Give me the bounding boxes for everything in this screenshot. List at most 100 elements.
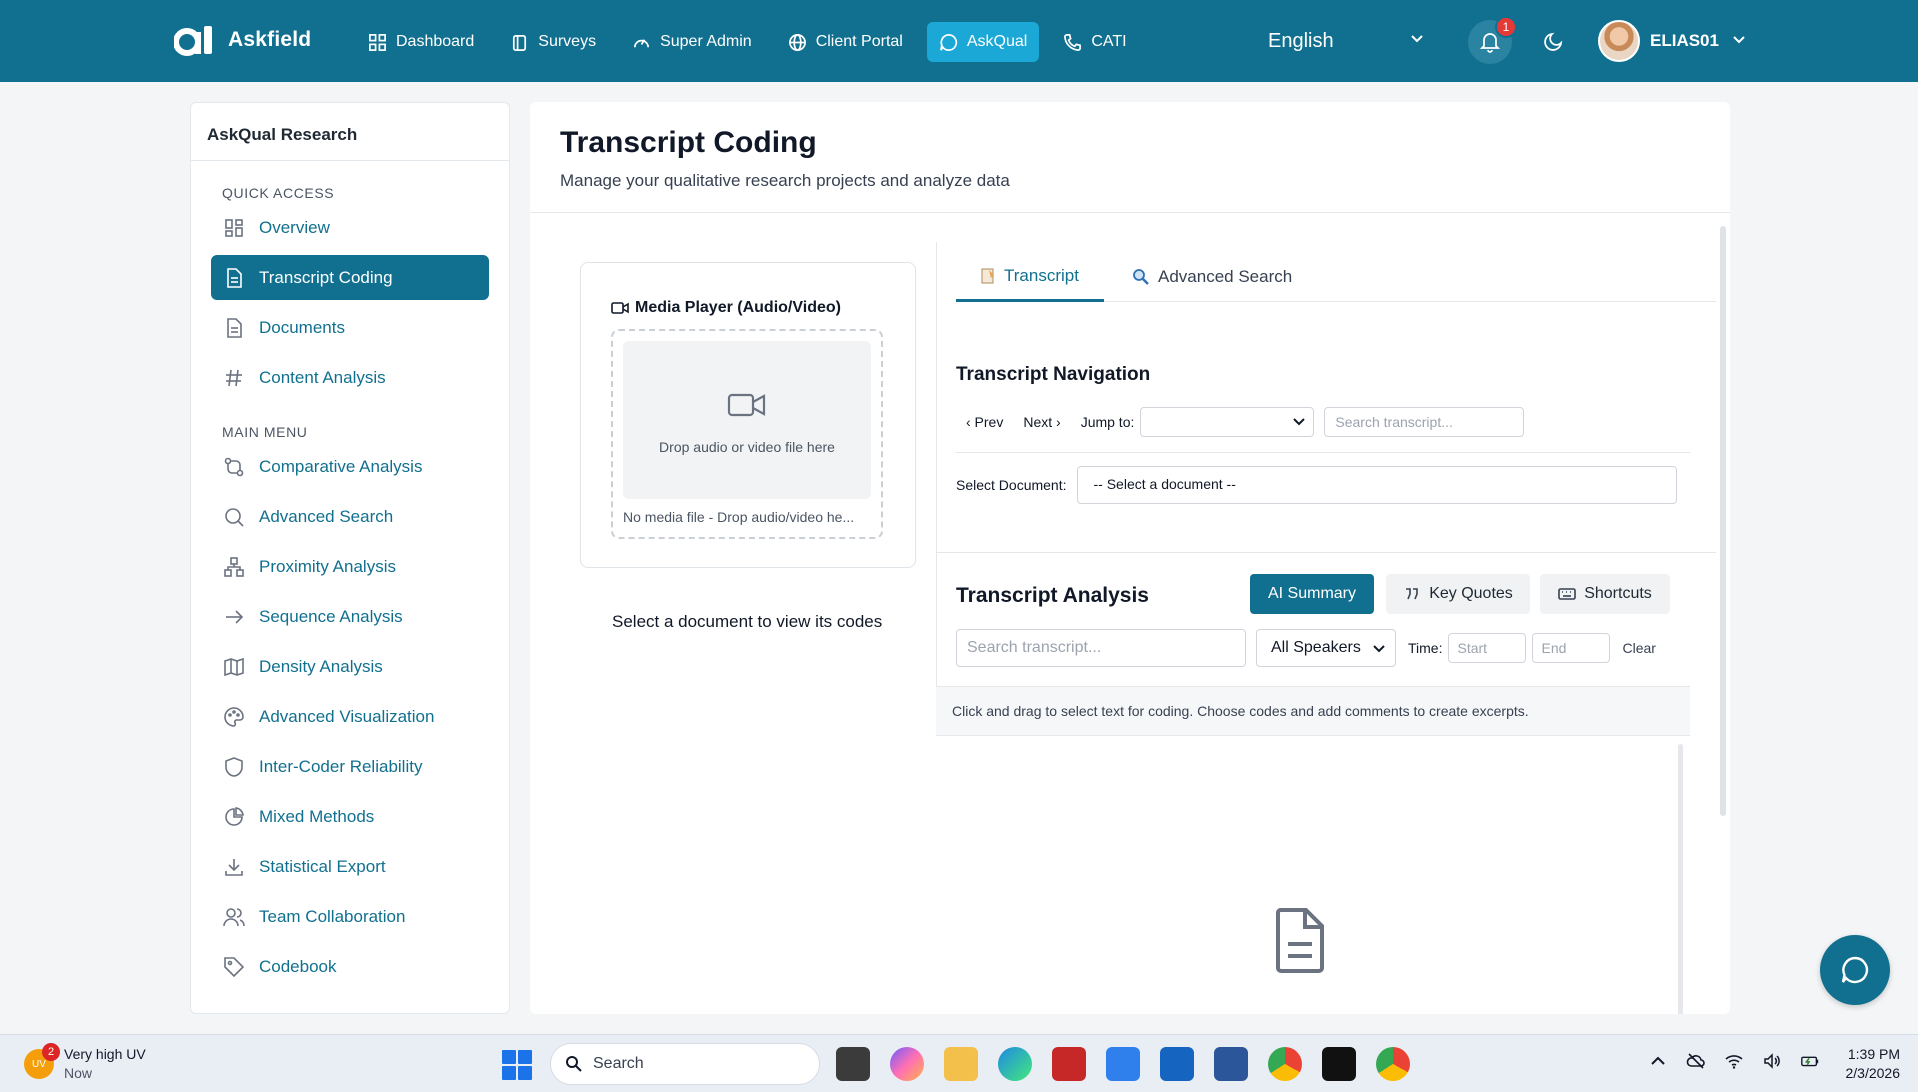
weather-subtitle: Now [64,1065,93,1081]
cloud-off-icon[interactable] [1686,1051,1706,1071]
tab-advanced-search[interactable]: Advanced Search [1108,252,1316,302]
sidebar-item-proximity-analysis[interactable]: Proximity Analysis [211,544,489,589]
store-icon[interactable] [1106,1047,1140,1081]
transcript-content-area[interactable] [936,736,1690,1014]
file-explorer-icon[interactable] [944,1047,978,1081]
terminal-app-icon[interactable] [1322,1047,1356,1081]
dark-mode-toggle-icon[interactable] [1543,30,1565,52]
shield-icon [225,756,243,777]
nav-askqual[interactable]: AskQual [926,22,1040,62]
chat-bubble-icon [1841,956,1869,984]
shortcuts-button[interactable]: Shortcuts [1540,574,1670,614]
outlook-icon[interactable] [1160,1047,1194,1081]
user-avatar[interactable] [1598,20,1640,62]
key-quotes-button[interactable]: Key Quotes [1386,574,1530,614]
select-document-label: Select Document: [956,477,1067,493]
section-label-main-menu: MAIN MENU [222,424,308,440]
next-button[interactable]: Next › [1013,414,1070,430]
sidebar-item-comparative-analysis[interactable]: Comparative Analysis [211,444,489,489]
section-label-quick-access: QUICK ACCESS [222,185,335,201]
weather-widget[interactable]: UV 2 Very high UV Now [24,1043,146,1083]
clear-button[interactable]: Clear [1622,640,1655,656]
transcript-scrollbar[interactable] [1678,744,1683,1014]
quote-icon [1406,588,1418,600]
prev-button[interactable]: ‹ Prev [956,414,1013,430]
no-media-text: No media file - Drop audio/video he... [623,509,855,525]
sidebar-item-transcript-coding[interactable]: Transcript Coding [211,255,489,300]
sidebar: AskQual Research QUICK ACCESS Overview T… [190,102,510,1014]
chevron-down-icon[interactable] [1410,34,1424,44]
sidebar-item-inter-coder-reliability[interactable]: Inter-Coder Reliability [211,744,489,789]
copilot-icon[interactable] [890,1047,924,1081]
page-subtitle: Manage your qualitative research project… [560,171,1010,190]
askfield-logo-icon [174,26,212,56]
nav-surveys[interactable]: Surveys [498,22,608,62]
media-player-title: Media Player (Audio/Video) [611,299,841,317]
file-text-icon [227,267,242,288]
nav-client-portal[interactable]: Client Portal [776,22,915,62]
chat-support-button[interactable] [1820,935,1890,1005]
navigation-search-input[interactable]: Search transcript... [1324,407,1525,437]
chrome-icon[interactable] [1268,1047,1302,1081]
system-tray [1648,1051,1820,1071]
task-view-icon[interactable] [836,1047,870,1081]
media-dropzone[interactable]: Drop audio or video file here No media f… [611,329,883,539]
nav-super-admin[interactable]: Super Admin [620,22,764,62]
word-icon[interactable] [1214,1047,1248,1081]
username[interactable]: ELIAS01 [1650,31,1719,51]
select-document-dropdown[interactable]: -- Select a document -- [1076,466,1677,504]
transcript-tabs: Transcript Advanced Search [956,252,1716,302]
notification-badge: 1 [1495,16,1517,38]
dropzone-text: Drop audio or video file here [659,439,835,455]
nav-cati[interactable]: CATI [1051,22,1138,62]
sidebar-item-overview[interactable]: Overview [211,205,489,250]
dropzone-area[interactable]: Drop audio or video file here [623,341,871,499]
gauge-icon [634,38,650,47]
ai-summary-button[interactable]: AI Summary [1250,574,1374,614]
sidebar-item-mixed-methods[interactable]: Mixed Methods [211,794,489,839]
uv-badge: 2 [42,1043,60,1061]
taskbar-search[interactable]: Search [550,1043,820,1085]
mcafee-icon[interactable] [1052,1047,1086,1081]
nav-dashboard[interactable]: Dashboard [356,22,486,62]
palette-icon [224,706,244,727]
weather-title: Very high UV [64,1046,146,1062]
app-logo[interactable]: Askfield [174,22,311,58]
sidebar-item-content-analysis[interactable]: Content Analysis [211,355,489,400]
dashboard-icon [225,218,243,237]
sidebar-item-codebook[interactable]: Codebook [211,944,489,989]
top-navbar: Askfield Dashboard Surveys Super Admin C… [0,0,1918,82]
map-icon [224,657,244,676]
taskbar-apps [836,1047,1410,1081]
app-name: Askfield [228,28,312,51]
analysis-search-input[interactable]: Search transcript... [956,629,1246,667]
keyboard-icon [1558,588,1577,600]
volume-icon[interactable] [1762,1051,1782,1071]
time-end-input[interactable]: End [1532,633,1611,663]
system-clock[interactable]: 1:39 PM 2/3/2026 [1830,1045,1901,1083]
edge-icon[interactable] [998,1047,1032,1081]
chevron-up-icon[interactable] [1648,1051,1668,1071]
sidebar-item-documents[interactable]: Documents [211,305,489,350]
windows-start-icon[interactable] [502,1050,532,1080]
sidebar-item-sequence-analysis[interactable]: Sequence Analysis [211,594,489,639]
chevron-down-icon[interactable] [1732,35,1746,45]
sidebar-item-statistical-export[interactable]: Statistical Export [211,844,489,889]
sidebar-item-team-collaboration[interactable]: Team Collaboration [211,894,489,939]
time-start-input[interactable]: Start [1448,633,1527,663]
tab-transcript[interactable]: Transcript [956,252,1104,302]
chrome-active-icon[interactable] [1376,1047,1410,1081]
wifi-icon[interactable] [1724,1051,1744,1071]
sidebar-item-advanced-visualization[interactable]: Advanced Visualization [211,694,489,739]
document-icon [227,317,242,338]
jump-to-select[interactable] [1140,407,1315,437]
select-document-row: Select Document: -- Select a document -- [956,466,1677,504]
sidebar-item-density-analysis[interactable]: Density Analysis [211,644,489,689]
page-scrollbar[interactable] [1720,226,1726,816]
pie-chart-icon [225,806,244,826]
speaker-select[interactable]: All Speakers [1256,629,1396,667]
battery-charging-icon[interactable] [1800,1051,1820,1071]
sidebar-item-advanced-search[interactable]: Advanced Search [211,494,489,539]
language-select[interactable]: English [1268,30,1334,53]
main-nav: Dashboard Surveys Super Admin Client Por… [356,22,1139,62]
